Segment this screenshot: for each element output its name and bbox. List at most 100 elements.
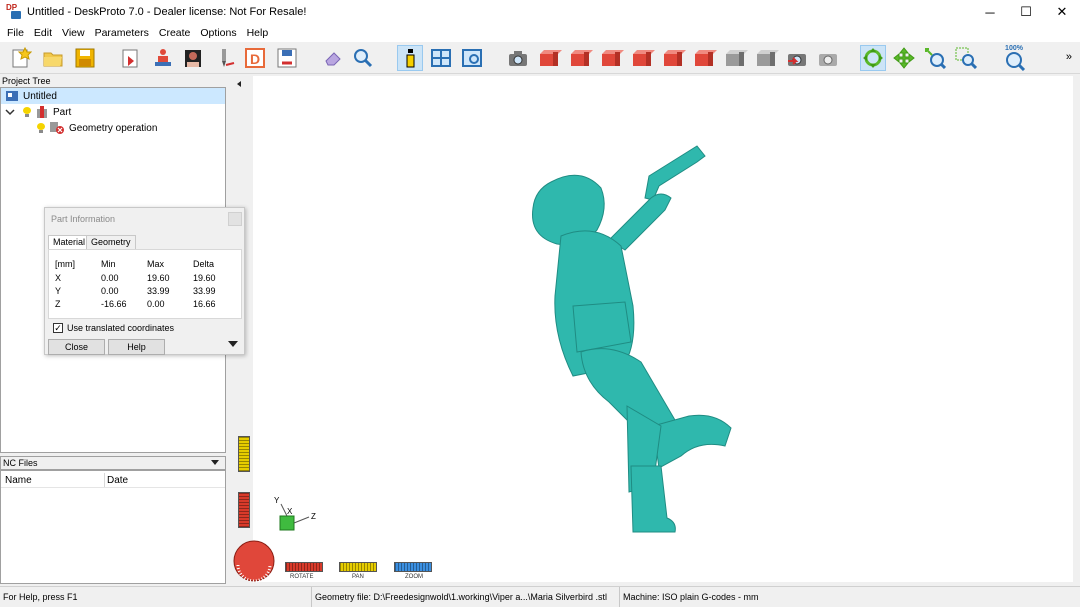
tree-item-label: Part [53,106,72,118]
erase-button[interactable] [320,45,346,71]
3d-viewport[interactable]: Y X Z [231,76,1073,582]
view-iso-button[interactable] [722,45,748,71]
zoom-100-button[interactable]: 100% [1000,45,1028,71]
row-delta: 19.60 [193,273,216,283]
toolbar-overflow-icon[interactable]: » [1066,51,1072,63]
help-button[interactable]: Help [108,339,165,355]
design-button[interactable]: D [242,45,268,71]
view-top-button[interactable] [660,45,686,71]
zoom-window-button[interactable] [953,45,979,71]
vertical-slider-yellow[interactable] [238,436,250,472]
inspect-button[interactable] [350,45,376,71]
zoom-in-icon [925,48,946,69]
tree-item-part[interactable]: Part [5,104,71,120]
row-min: -16.66 [101,299,127,309]
column-date[interactable]: Date [107,475,128,486]
camera-view-button[interactable] [505,45,531,71]
part-info-button[interactable] [397,45,423,71]
row-max: 19.60 [147,273,170,283]
menu-view[interactable]: View [57,27,90,39]
rotate-wheel-control[interactable] [232,539,276,583]
milling-tool-icon [222,49,235,67]
collapse-panel-icon[interactable] [234,79,244,89]
vertical-slider-red[interactable] [238,492,250,528]
previous-view-button[interactable] [784,45,810,71]
view-iso-alt-button[interactable] [753,45,779,71]
pan-slider[interactable] [339,562,377,572]
view-front-button[interactable] [536,45,562,71]
menu-options[interactable]: Options [195,27,241,39]
translated-coordinates-checkbox[interactable]: ✓ [53,323,63,333]
rotate-mode-button[interactable] [860,45,886,71]
menu-file[interactable]: File [2,27,29,39]
import-geometry-button[interactable] [118,45,144,71]
menu-parameters[interactable]: Parameters [90,27,154,39]
tab-material[interactable]: Material [48,235,91,250]
dialog-close-box[interactable] [228,212,242,226]
rotate-slider-label: ROTATE [290,574,314,580]
cube-view-bottom-icon [695,50,717,66]
expand-arrow-icon[interactable] [228,341,238,347]
tool-parameters-button[interactable] [212,45,238,71]
maximize-button[interactable]: ☐ [1008,0,1044,24]
camera-next-icon [819,54,837,66]
expand-chevron-icon[interactable] [5,107,15,117]
layout-grid-icon [431,49,451,67]
new-file-button[interactable] [8,45,34,71]
zoom-slider[interactable] [394,562,432,572]
open-file-button[interactable] [40,45,66,71]
menu-create[interactable]: Create [154,27,196,39]
row-delta: 16.66 [193,299,216,309]
zoom-slider-label: ZOOM [405,574,423,580]
checkbox-label: Use translated coordinates [67,323,175,333]
nc-files-header[interactable]: NC Files [0,456,226,470]
view-back-button[interactable] [598,45,624,71]
letter-d-icon: D [245,48,265,68]
header-delta: Delta [193,259,215,269]
tab-geometry[interactable]: Geometry [86,235,136,249]
cube-view-left-icon [633,50,655,66]
eraser-icon [325,52,341,66]
view-window-button[interactable] [459,45,485,71]
tree-item-geometry-operation[interactable]: Geometry operation [37,120,157,136]
window-title: Untitled - DeskProto 7.0 - Dealer licens… [27,6,307,18]
zoom-mode-button[interactable] [922,45,948,71]
view-left-button[interactable] [629,45,655,71]
view-right-button[interactable] [567,45,593,71]
close-window-button[interactable]: ✕ [1044,0,1080,24]
info-icon [406,49,415,68]
pan-mode-button[interactable] [891,45,917,71]
row-axis: Y [55,286,62,296]
column-name[interactable]: Name [5,475,32,486]
axis-label-x: X [287,507,293,516]
raised-boot-shape [652,414,732,469]
part-parameters-button[interactable] [150,45,176,71]
save-disk-icon [75,48,95,68]
row-delta: 33.99 [193,286,216,296]
visible-bulb-icon[interactable] [37,123,45,133]
minimize-button[interactable]: ─ [972,0,1008,24]
close-button[interactable]: Close [48,339,105,355]
operation-error-icon [50,122,64,134]
view-bottom-button[interactable] [691,45,717,71]
status-geometry-file: Geometry file: D:\Freedesignwold\1.worki… [312,587,620,607]
menu-edit[interactable]: Edit [29,27,57,39]
row-min: 0.00 [101,273,119,283]
import-geometry-icon [122,49,138,68]
open-folder-icon [43,52,63,67]
dropdown-arrow-icon[interactable] [211,460,219,465]
window-layout-button[interactable] [428,45,454,71]
next-view-button[interactable] [815,45,841,71]
3d-model-view[interactable]: Y X Z [231,76,1073,582]
header-max: Max [147,259,165,269]
create-nc-button[interactable] [274,45,300,71]
menu-help[interactable]: Help [242,27,274,39]
visible-bulb-icon[interactable] [23,107,31,117]
bitmap-button[interactable] [180,45,206,71]
cube-view-right-icon [571,50,593,66]
svg-text:D: D [250,51,260,67]
zoom-level-label: 100% [1005,45,1023,52]
save-file-button[interactable] [72,45,98,71]
tree-item-untitled[interactable]: Untitled [1,88,225,104]
rotate-slider[interactable] [285,562,323,572]
